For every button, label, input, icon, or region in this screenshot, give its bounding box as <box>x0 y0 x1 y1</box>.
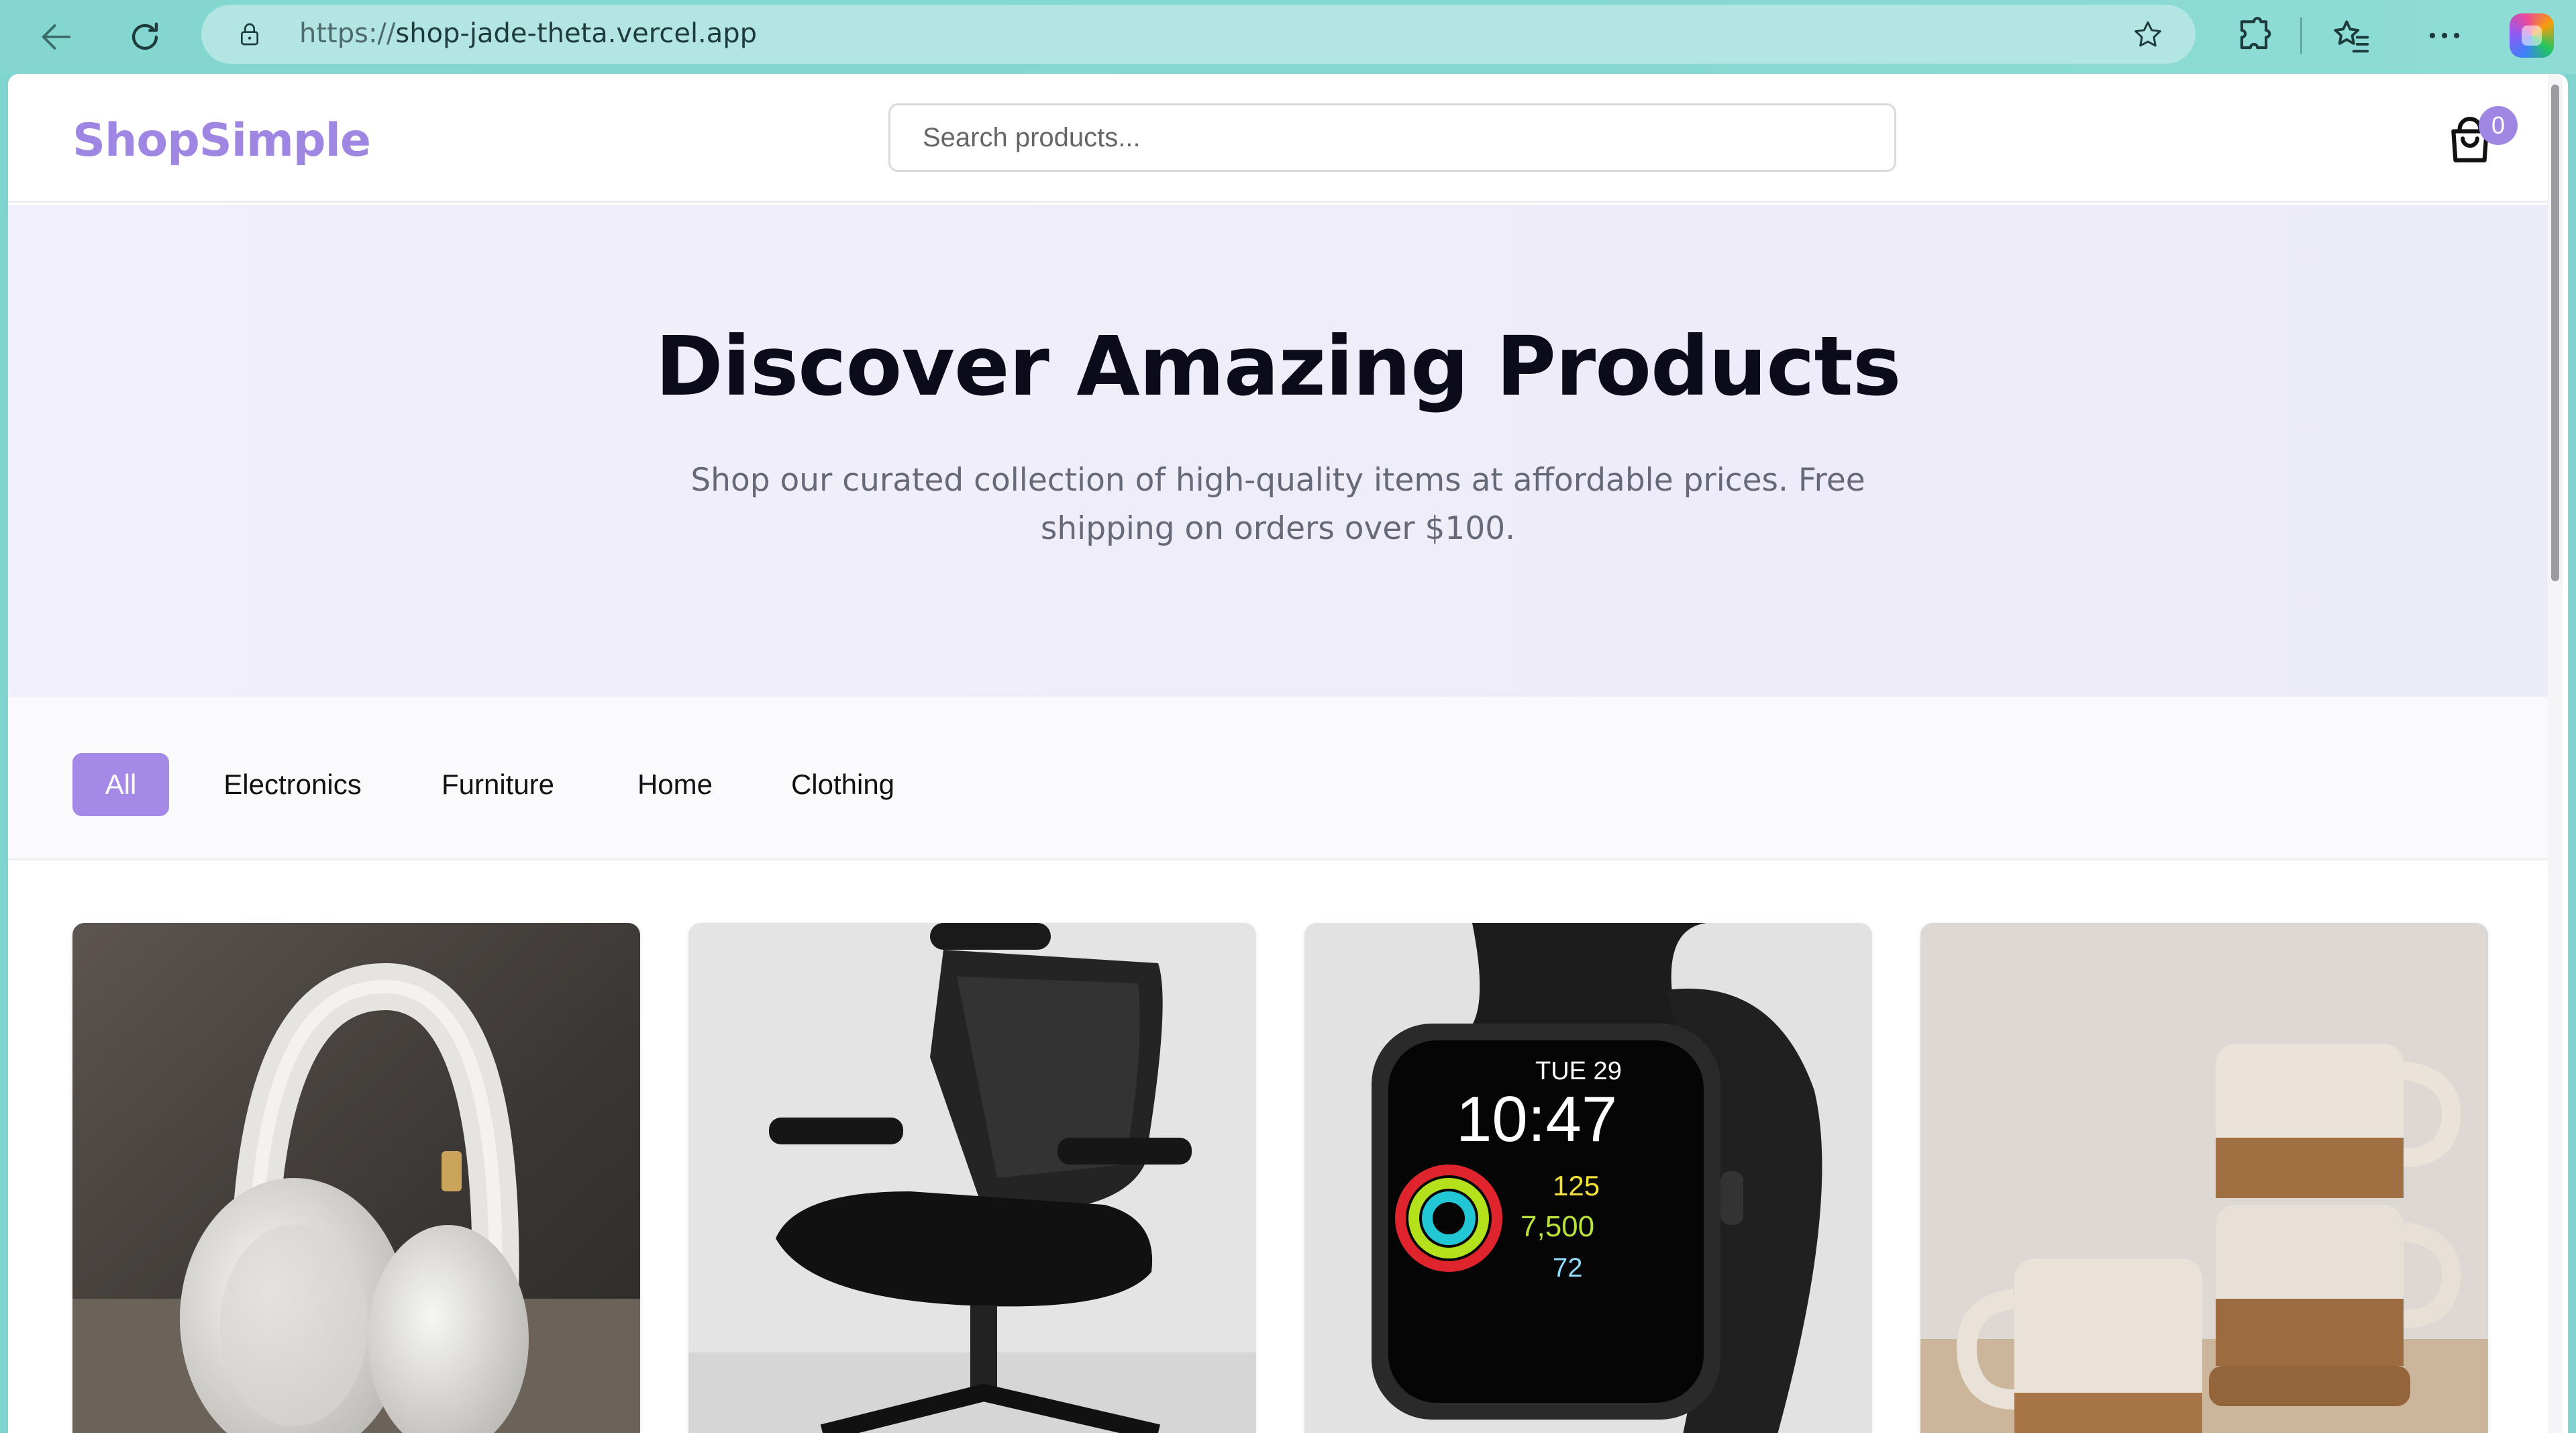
refresh-icon <box>132 22 158 50</box>
page-viewport: ShopSimple 0 Discover Amazing Products S… <box>8 74 2568 1433</box>
more-options-icon[interactable] <box>2424 15 2465 56</box>
hero-title: Discover Amazing Products <box>655 319 1902 414</box>
category-tab-all[interactable]: All <box>72 753 169 816</box>
extensions-puzzle-icon[interactable] <box>2233 15 2275 56</box>
scrollbar-thumb[interactable] <box>2551 85 2559 581</box>
refresh-button[interactable] <box>118 10 172 64</box>
watch-time-label: 10:47 <box>1456 1083 1618 1155</box>
favorite-star-icon[interactable] <box>2131 18 2165 52</box>
arrow-left-icon <box>42 24 71 50</box>
address-bar[interactable]: https://shop-jade-theta.vercel.app <box>201 5 2196 64</box>
cart-count-badge: 0 <box>2479 106 2518 145</box>
copilot-icon[interactable] <box>2510 13 2554 58</box>
favorites-list-icon[interactable] <box>2331 15 2373 56</box>
watch-heart-stat: 72 <box>1553 1253 1583 1283</box>
back-button[interactable] <box>30 10 83 64</box>
vertical-scrollbar[interactable] <box>2548 74 2563 1433</box>
category-tab-clothing[interactable]: Clothing <box>770 753 915 816</box>
toolbar-divider <box>2300 17 2302 54</box>
category-tab-furniture[interactable]: Furniture <box>417 753 578 816</box>
url-text: https://shop-jade-theta.vercel.app <box>299 18 757 49</box>
cart-button[interactable]: 0 <box>2437 106 2518 176</box>
hero-section: Discover Amazing Products Shop our curat… <box>8 205 2548 697</box>
search-input[interactable] <box>888 103 1896 172</box>
product-card[interactable] <box>72 923 640 1433</box>
browser-toolbar: https://shop-jade-theta.vercel.app <box>0 0 2576 74</box>
site-header: ShopSimple 0 <box>8 74 2548 203</box>
product-card[interactable] <box>1920 923 2488 1433</box>
category-tab-home[interactable]: Home <box>619 753 731 816</box>
watch-move-stat: 125 <box>1553 1170 1600 1201</box>
product-card[interactable] <box>688 923 1256 1433</box>
category-tab-electronics[interactable]: Electronics <box>207 753 378 816</box>
site-logo[interactable]: ShopSimple <box>72 114 371 167</box>
product-card[interactable]: TUE 29 10:47 125 7,500 72 <box>1304 923 1872 1433</box>
url-host: shop-jade-theta.vercel.app <box>395 18 758 49</box>
headphones-image <box>72 923 640 1433</box>
url-prefix: https:// <box>299 18 396 49</box>
office-chair-image <box>688 923 1256 1433</box>
hero-subtitle: Shop our curated collection of high-qual… <box>690 462 1865 547</box>
watch-day-label: TUE 29 <box>1535 1057 1622 1085</box>
watch-steps-stat: 7,500 <box>1521 1210 1595 1243</box>
category-filter-bar: All Electronics Furniture Home Clothing <box>8 697 2548 860</box>
lock-icon <box>241 23 258 46</box>
ceramic-mugs-image <box>1920 923 2488 1433</box>
